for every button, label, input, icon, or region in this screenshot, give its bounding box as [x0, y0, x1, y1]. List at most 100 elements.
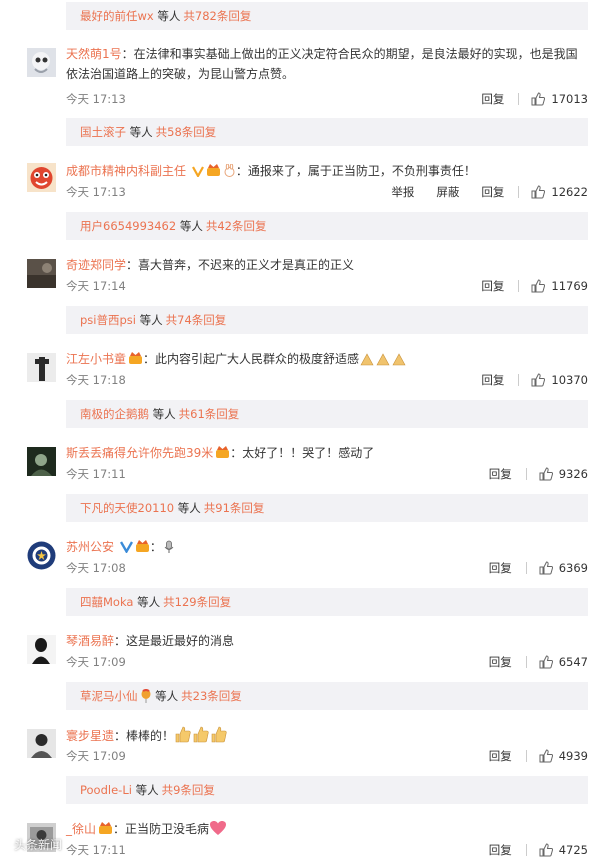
thumbs-up-icon: [539, 843, 553, 857]
crown-badge-icon: [216, 446, 230, 458]
thumbs-up-icon: [531, 92, 546, 106]
reply-button[interactable]: 回复: [489, 654, 512, 670]
reply-count[interactable]: 共42条回复: [206, 218, 267, 234]
reply-user[interactable]: psi普西psi: [80, 312, 136, 328]
thumbs-up-icon: [539, 749, 553, 763]
reply-count[interactable]: 共9条回复: [162, 782, 215, 798]
reply-count[interactable]: 共129条回复: [163, 594, 231, 610]
comment-time: 今天 17:09: [66, 749, 126, 763]
reply-count[interactable]: 共782条回复: [183, 8, 251, 24]
verified-blue-icon: [119, 541, 133, 553]
comment-time: 今天 17:13: [66, 92, 126, 106]
reply-button[interactable]: 回复: [489, 560, 512, 576]
vip-heart-icon: [191, 166, 204, 177]
reply-summary[interactable]: 国土滚子 等人 共58条回复: [66, 118, 588, 146]
reply-button[interactable]: 回复: [489, 748, 512, 764]
balloon-icon: [141, 689, 150, 703]
reply-summary[interactable]: psi普西psi 等人 共74条回复: [66, 306, 588, 334]
reply-summary[interactable]: Poodle-Li 等人 共9条回复: [66, 776, 588, 804]
crown-badge-icon: [99, 822, 113, 834]
comment-author[interactable]: _徐山: [66, 822, 96, 836]
avatar-image: [27, 635, 56, 664]
reply-user[interactable]: 国土滚子: [80, 124, 126, 140]
like-button[interactable]: 11769: [531, 279, 588, 293]
like-button[interactable]: 17013: [531, 92, 588, 106]
like-button[interactable]: 6547: [539, 655, 588, 669]
comment-actions: 回复 6547: [467, 654, 588, 670]
comment-actions: 回复 4725: [467, 842, 588, 858]
comment-text: ：: [149, 540, 162, 554]
comment-author[interactable]: 天然萌1号: [66, 47, 122, 61]
comment-author[interactable]: 寰步星遗: [66, 729, 114, 743]
reply-count[interactable]: 共23条回复: [181, 688, 242, 704]
like-count: 10370: [551, 373, 588, 387]
block-button[interactable]: 屏蔽: [436, 184, 459, 200]
avatar[interactable]: [27, 635, 56, 664]
comment-actions: 回复 4939: [467, 748, 588, 764]
comment-text-block: 成都市精神内科副主任 ：通报来了，属于正当防卫，不负刑事责任！: [66, 161, 582, 181]
thumbs-up-icon: [531, 373, 546, 387]
avatar[interactable]: [27, 259, 56, 288]
avatar[interactable]: [27, 353, 56, 382]
reply-summary[interactable]: 四囍Moka 等人 共129条回复: [66, 588, 588, 616]
like-button[interactable]: 4725: [539, 843, 588, 857]
reply-button[interactable]: 回复: [481, 91, 504, 107]
like-button[interactable]: 6369: [539, 561, 588, 575]
like-button[interactable]: 10370: [531, 373, 588, 387]
reply-user[interactable]: 四囍Moka: [80, 594, 133, 610]
avatar[interactable]: [27, 541, 56, 570]
comment-time: 今天 17:11: [66, 843, 126, 857]
comment-author[interactable]: 奇迹郑同学: [66, 258, 126, 272]
reply-user[interactable]: 用户6654993462: [80, 218, 176, 234]
reply-user[interactable]: Poodle-Li: [80, 783, 132, 797]
reply-summary[interactable]: 南极的企鹅鹅 等人 共61条回复: [66, 400, 588, 428]
reply-user[interactable]: 最好的前任wx: [80, 8, 154, 24]
comment-author[interactable]: 苏州公安: [66, 540, 114, 554]
like-count: 11769: [551, 279, 588, 293]
like-count: 6369: [558, 561, 588, 575]
reply-mid: 等人: [152, 407, 176, 421]
reply-button[interactable]: 回复: [481, 278, 504, 294]
comment-author[interactable]: 琴酒易醉: [66, 634, 114, 648]
like-count: 17013: [551, 92, 588, 106]
reply-summary[interactable]: 草泥马小仙 等人 共23条回复: [66, 682, 588, 710]
reply-button[interactable]: 回复: [489, 842, 512, 858]
comment-actions: 回复 11769: [459, 278, 588, 294]
reply-mid: 等人: [157, 9, 181, 23]
reply-mid: 等人: [135, 783, 159, 797]
reply-count[interactable]: 共74条回复: [166, 312, 227, 328]
reply-user[interactable]: 草泥马小仙: [80, 688, 138, 704]
comment-author[interactable]: 江左小书童: [66, 352, 126, 366]
reply-count[interactable]: 共58条回复: [156, 124, 217, 140]
comment-text-block: 奇迹郑同学：喜大普奔，不迟来的正义才是真正的正义: [66, 255, 582, 275]
reply-user[interactable]: 下凡的天使20110: [80, 500, 174, 516]
reply-count[interactable]: 共91条回复: [204, 500, 265, 516]
comment-author[interactable]: 成都市精神内科副主任: [66, 164, 186, 178]
comment-time: 今天 17:13: [66, 185, 126, 199]
comment-author[interactable]: 斯丢丢痛得允许你先跑39米: [66, 446, 213, 460]
reply-summary[interactable]: 最好的前任wx 等人 共782条回复: [66, 2, 588, 30]
like-count: 4725: [558, 843, 588, 857]
reply-mid: 等人: [179, 219, 203, 233]
reply-user[interactable]: 南极的企鹅鹅: [80, 406, 149, 422]
reply-count[interactable]: 共61条回复: [179, 406, 240, 422]
reply-button[interactable]: 回复: [481, 372, 504, 388]
comment-actions: 回复 6369: [467, 560, 588, 576]
avatar[interactable]: [27, 163, 56, 192]
avatar[interactable]: [27, 447, 56, 476]
avatar[interactable]: [27, 48, 56, 77]
avatar[interactable]: [27, 729, 56, 758]
like-button[interactable]: 4939: [539, 749, 588, 763]
comment-time: 今天 17:08: [66, 561, 126, 575]
comment-time: 今天 17:09: [66, 655, 126, 669]
avatar-image: [27, 729, 56, 758]
reply-button[interactable]: 回复: [481, 184, 504, 200]
reply-summary[interactable]: 用户6654993462 等人 共42条回复: [66, 212, 588, 240]
report-button[interactable]: 举报: [391, 184, 414, 200]
like-button[interactable]: 12622: [531, 185, 588, 199]
reply-button[interactable]: 回复: [489, 466, 512, 482]
reply-mid: 等人: [177, 501, 201, 515]
crown-badge-icon: [129, 352, 143, 364]
reply-summary[interactable]: 下凡的天使20110 等人 共91条回复: [66, 494, 588, 522]
like-button[interactable]: 9326: [539, 467, 588, 481]
